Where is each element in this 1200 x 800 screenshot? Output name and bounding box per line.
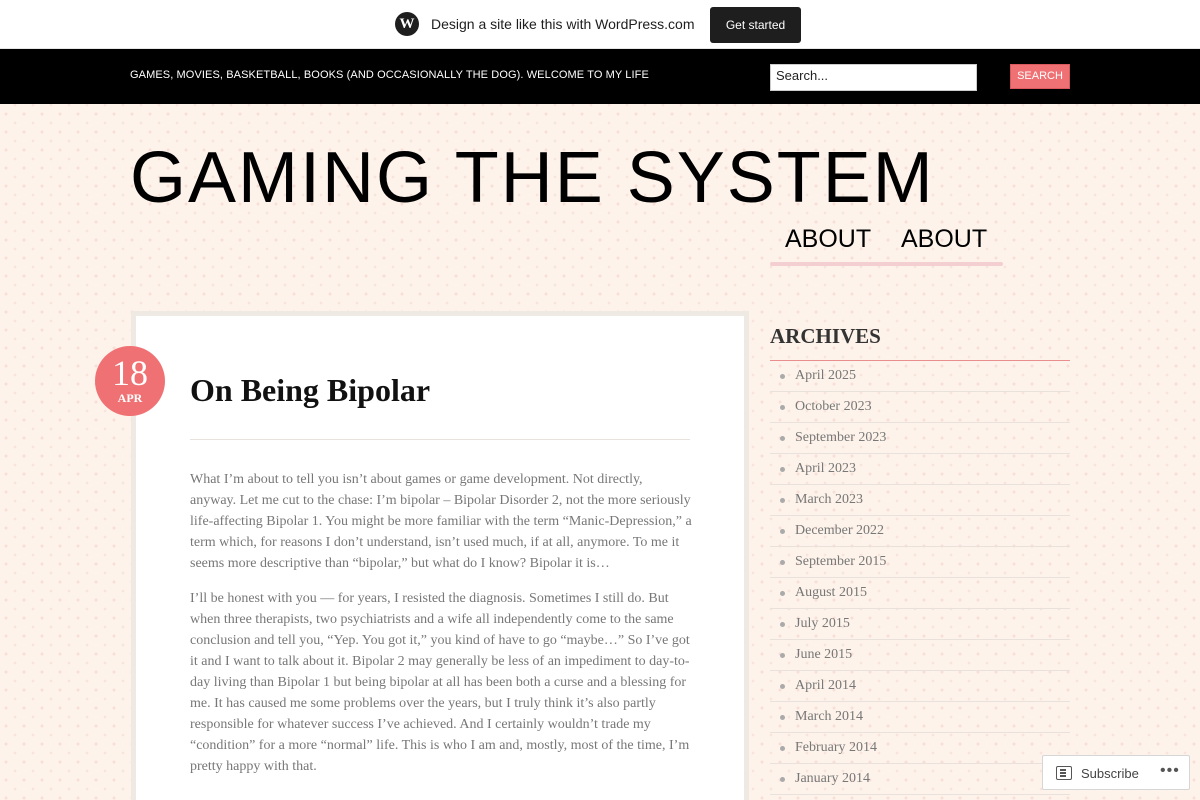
archive-item: April 2025: [770, 361, 1070, 392]
archive-link[interactable]: October 2023: [795, 398, 872, 416]
wordpress-logo-icon[interactable]: W: [395, 12, 419, 36]
archive-item: June 2015: [770, 640, 1070, 671]
archive-item: August 2015: [770, 578, 1070, 609]
nav-item-about[interactable]: ABOUT: [785, 222, 871, 256]
bullet-icon: [780, 405, 785, 410]
archive-item: April 2023: [770, 454, 1070, 485]
archive-link[interactable]: July 2015: [795, 615, 850, 633]
archive-link[interactable]: August 2015: [795, 584, 867, 602]
archive-link[interactable]: September 2015: [795, 553, 886, 571]
archive-link[interactable]: December 2022: [795, 522, 884, 540]
bullet-icon: [780, 715, 785, 720]
bullet-icon: [780, 560, 785, 565]
post-date-day: 18: [112, 353, 148, 393]
bullet-icon: [780, 374, 785, 379]
archive-link[interactable]: June 2015: [795, 646, 852, 664]
archive-item: February 2014: [770, 733, 1070, 764]
bullet-icon: [780, 498, 785, 503]
archive-item: January 2014: [770, 764, 1070, 795]
bullet-icon: [780, 436, 785, 441]
archive-item: December 2022: [770, 516, 1070, 547]
archive-link[interactable]: March 2014: [795, 708, 863, 726]
bullet-icon: [780, 467, 785, 472]
reader-icon: [1056, 766, 1072, 780]
post-paragraph: I’ll be honest with you — for years, I r…: [190, 591, 690, 774]
archive-link[interactable]: April 2014: [795, 677, 856, 695]
main-nav: ABOUT ABOUT: [770, 222, 1003, 266]
bullet-icon: [780, 777, 785, 782]
archive-link[interactable]: September 2023: [795, 429, 886, 447]
site-tagline: GAMES, MOVIES, BASKETBALL, BOOKS (AND OC…: [130, 69, 649, 81]
search-button[interactable]: SEARCH: [1010, 64, 1070, 89]
more-options-icon[interactable]: •••: [1160, 762, 1180, 780]
archive-item: October 2023: [770, 392, 1070, 423]
archive-item: April 2014: [770, 671, 1070, 702]
wordpress-promo-text: Design a site like this with WordPress.c…: [431, 16, 695, 32]
archive-link[interactable]: February 2014: [795, 739, 877, 757]
post-divider: [190, 439, 690, 440]
get-started-button[interactable]: Get started: [710, 7, 801, 43]
nav-item-about-2[interactable]: ABOUT: [901, 222, 987, 256]
subscribe-button[interactable]: Subscribe: [1081, 766, 1139, 781]
archive-link[interactable]: April 2025: [795, 367, 856, 385]
nav-underline: [770, 262, 1003, 266]
archive-item: September 2023: [770, 423, 1070, 454]
post-date-month: APR: [117, 391, 143, 405]
bullet-icon: [780, 591, 785, 596]
archive-link[interactable]: April 2023: [795, 460, 856, 478]
archive-item: July 2015: [770, 609, 1070, 640]
top-bar: GAMES, MOVIES, BASKETBALL, BOOKS (AND OC…: [0, 49, 1200, 104]
archives-list: April 2025 October 2023 September 2023 A…: [770, 361, 1070, 795]
search-input[interactable]: Search...: [770, 64, 977, 91]
bullet-icon: [780, 653, 785, 658]
archive-link[interactable]: March 2023: [795, 491, 863, 509]
wordpress-banner: W Design a site like this with WordPress…: [0, 0, 1200, 49]
bullet-icon: [780, 529, 785, 534]
archives-heading: ARCHIVES: [770, 324, 881, 348]
bullet-icon: [780, 622, 785, 627]
archive-item: March 2014: [770, 702, 1070, 733]
site-title[interactable]: GAMING THE SYSTEM: [130, 138, 935, 218]
archive-item: September 2015: [770, 547, 1070, 578]
post-body: What I’m about to tell you isn’t about g…: [190, 469, 692, 791]
post-date-badge: 18 APR: [95, 346, 165, 416]
post-title[interactable]: On Being Bipolar: [190, 370, 430, 410]
bullet-icon: [780, 746, 785, 751]
archive-link[interactable]: January 2014: [795, 770, 870, 788]
archive-item: March 2023: [770, 485, 1070, 516]
bullet-icon: [780, 684, 785, 689]
subscribe-widget: Subscribe •••: [1042, 755, 1190, 790]
post-paragraph: What I’m about to tell you isn’t about g…: [190, 472, 692, 571]
